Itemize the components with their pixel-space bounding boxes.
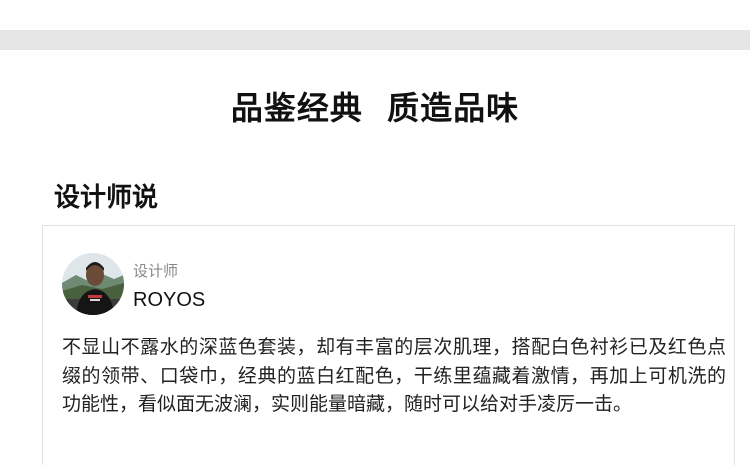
section-divider-band (0, 30, 750, 50)
top-spacer (0, 0, 750, 30)
designer-quote-text: 不显山不露水的深蓝色套装，却有丰富的层次肌理，搭配白色衬衫已及红色点缀的领带、口… (62, 336, 726, 415)
designer-avatar-icon (62, 253, 124, 315)
section-title: 设计师说 (54, 183, 159, 213)
designer-name: ROYOS (133, 289, 206, 311)
avatar[interactable] (62, 253, 124, 315)
page-title: 品鉴经典 质造品味 (230, 89, 520, 127)
designer-role-label: 设计师 (133, 262, 179, 280)
designer-quote-card: 设计师 ROYOS 不显山不露水的深蓝色套装，却有丰富的层次肌理，搭配白色衬衫已… (42, 225, 735, 465)
